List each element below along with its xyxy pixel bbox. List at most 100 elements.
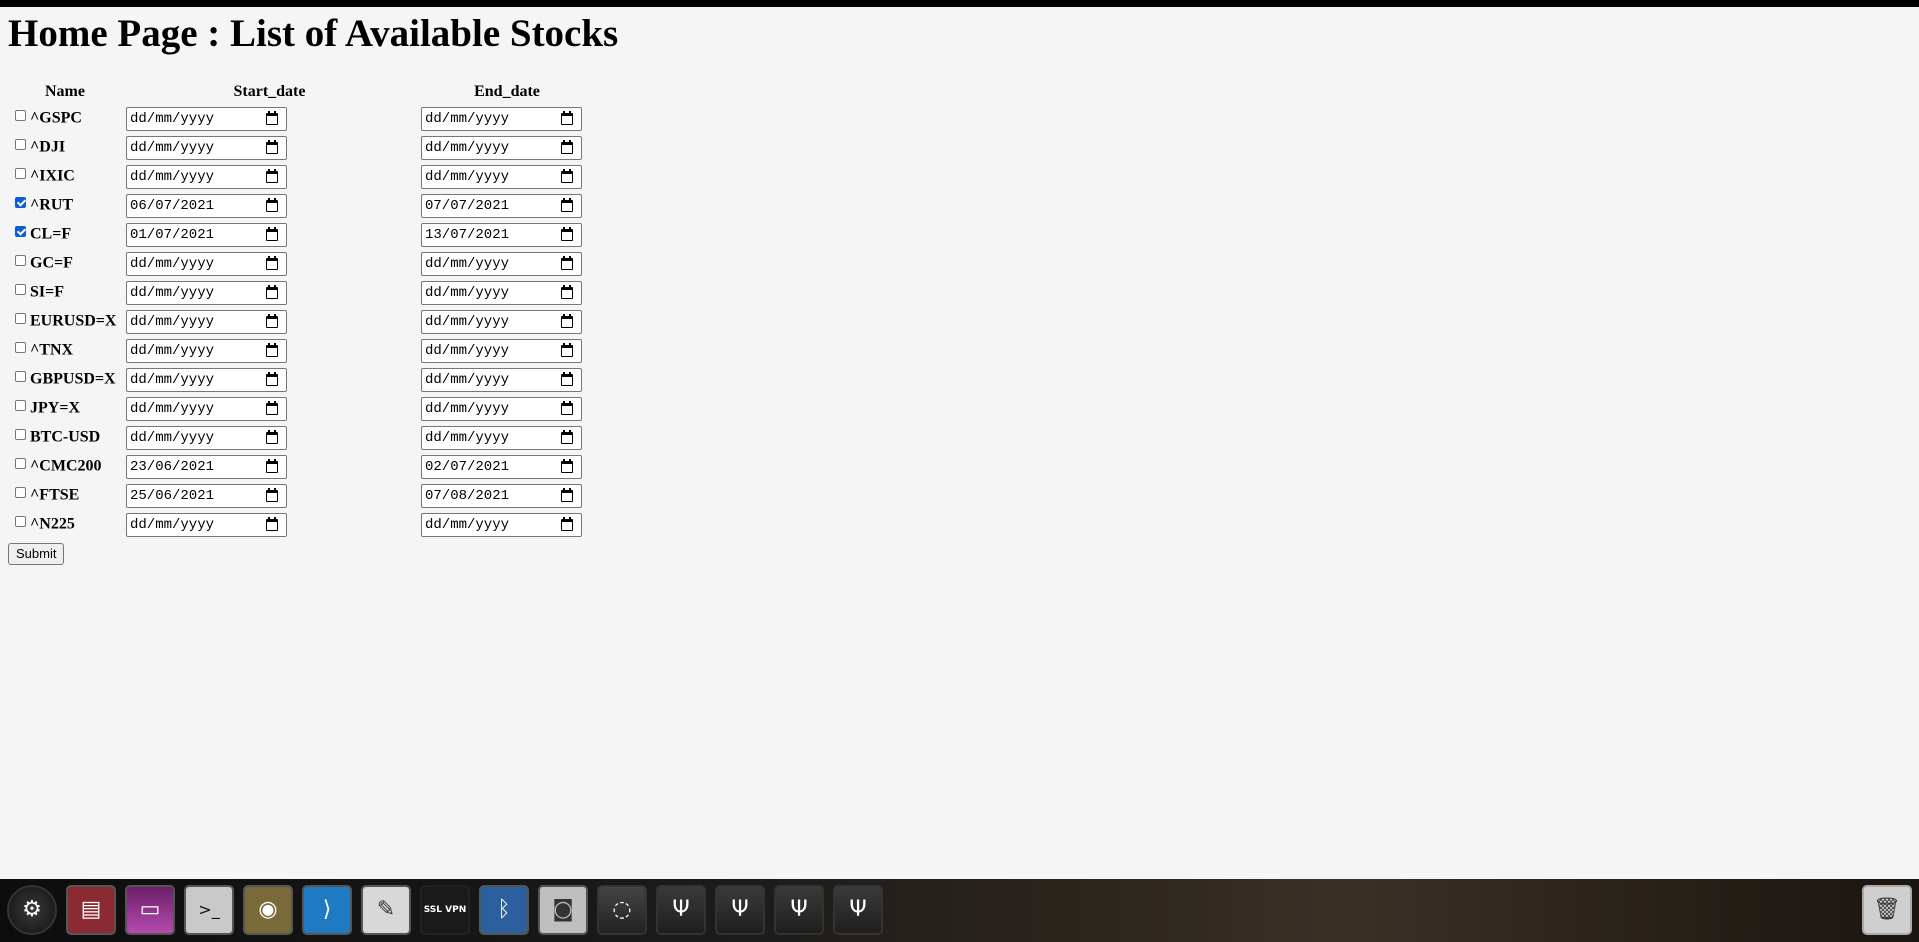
end-date-input[interactable]: 02/07/2021 — [421, 454, 582, 479]
start-date-input[interactable]: 06/07/2021 — [126, 193, 287, 218]
stock-checkbox[interactable] — [15, 255, 26, 267]
stock-checkbox[interactable] — [15, 313, 26, 325]
calendar-icon[interactable] — [561, 139, 573, 154]
end-date-input[interactable]: dd/mm/yyyy — [421, 338, 582, 363]
start-date-input[interactable]: dd/mm/yyyy — [126, 251, 287, 276]
chrome-icon[interactable]: ◉ — [243, 885, 293, 935]
stock-checkbox[interactable] — [15, 400, 26, 412]
end-date-input[interactable]: dd/mm/yyyy — [421, 280, 582, 305]
calendar-icon[interactable] — [266, 284, 278, 299]
calendar-icon[interactable] — [561, 458, 573, 473]
end-date-input[interactable]: dd/mm/yyyy — [421, 367, 582, 392]
calendar-icon[interactable] — [266, 197, 278, 212]
calendar-icon[interactable] — [561, 255, 573, 270]
terminal-icon[interactable]: >_ — [184, 885, 234, 935]
submit-button[interactable]: Submit — [8, 543, 65, 565]
stock-checkbox[interactable] — [15, 342, 26, 354]
stock-checkbox[interactable] — [15, 516, 26, 528]
calendar-icon[interactable] — [561, 313, 573, 328]
stock-name: GC=F — [30, 254, 73, 272]
start-date-input[interactable]: dd/mm/yyyy — [126, 367, 287, 392]
hard-drive-icon-glyph: ◌ — [612, 897, 632, 922]
stock-checkbox[interactable] — [15, 487, 26, 499]
stock-checkbox[interactable] — [15, 168, 26, 180]
calendar-icon[interactable] — [561, 226, 573, 241]
calendar-icon[interactable] — [266, 429, 278, 444]
start-date-input[interactable]: dd/mm/yyyy — [126, 106, 287, 131]
calendar-icon[interactable] — [561, 342, 573, 357]
end-date-input[interactable]: dd/mm/yyyy — [421, 135, 582, 160]
ubuntu-logo-icon[interactable]: ⚙ — [7, 885, 57, 935]
stock-checkbox[interactable] — [15, 197, 26, 209]
usb-drive-icon[interactable]: Ψ — [833, 885, 883, 935]
start-date-input[interactable]: dd/mm/yyyy — [126, 309, 287, 334]
stock-name-cell: GBPUSD=X — [8, 365, 122, 394]
calendar-icon[interactable] — [266, 371, 278, 386]
calendar-icon[interactable] — [561, 516, 573, 531]
calendar-icon[interactable] — [561, 371, 573, 386]
start-date-input[interactable]: dd/mm/yyyy — [126, 512, 287, 537]
stock-checkbox[interactable] — [15, 139, 26, 151]
calendar-icon[interactable] — [561, 284, 573, 299]
ssl-vpn-icon[interactable]: SSL VPN — [420, 885, 470, 935]
calendar-icon[interactable] — [266, 255, 278, 270]
start-date-input[interactable]: dd/mm/yyyy — [126, 425, 287, 450]
stock-checkbox[interactable] — [15, 284, 26, 296]
file-cabinet-icon[interactable]: ▤ — [66, 885, 116, 935]
calendar-icon[interactable] — [561, 110, 573, 125]
calendar-icon[interactable] — [561, 429, 573, 444]
calendar-icon[interactable] — [266, 400, 278, 415]
text-editor-icon[interactable]: ✎ — [361, 885, 411, 935]
window-app-icon[interactable]: ▭ — [125, 885, 175, 935]
calendar-icon[interactable] — [266, 516, 278, 531]
calendar-icon[interactable] — [266, 458, 278, 473]
start-date-input[interactable]: dd/mm/yyyy — [126, 338, 287, 363]
hard-drive-icon[interactable]: ◌ — [597, 885, 647, 935]
end-date-input[interactable]: dd/mm/yyyy — [421, 251, 582, 276]
camera-icon[interactable]: ◙ — [538, 885, 588, 935]
calendar-icon[interactable] — [266, 168, 278, 183]
stock-checkbox[interactable] — [15, 226, 26, 238]
end-date-input[interactable]: 07/07/2021 — [421, 193, 582, 218]
calendar-icon[interactable] — [561, 400, 573, 415]
end-date-input[interactable]: 13/07/2021 — [421, 222, 582, 247]
stock-checkbox[interactable] — [15, 110, 26, 122]
stock-name: ^IXIC — [30, 167, 75, 185]
stock-name: GBPUSD=X — [30, 370, 116, 388]
stock-checkbox[interactable] — [15, 371, 26, 383]
end-date-input[interactable]: dd/mm/yyyy — [421, 164, 582, 189]
end-date-input[interactable]: dd/mm/yyyy — [421, 396, 582, 421]
bluetooth-icon[interactable]: ᛒ — [479, 885, 529, 935]
trash-icon[interactable]: 🗑 — [1862, 885, 1912, 935]
calendar-icon[interactable] — [561, 487, 573, 502]
calendar-icon[interactable] — [266, 342, 278, 357]
calendar-icon[interactable] — [266, 487, 278, 502]
end-date-value: dd/mm/yyyy — [425, 110, 510, 127]
calendar-icon[interactable] — [266, 226, 278, 241]
start-date-input[interactable]: dd/mm/yyyy — [126, 135, 287, 160]
start-date-input[interactable]: dd/mm/yyyy — [126, 280, 287, 305]
calendar-icon[interactable] — [266, 139, 278, 154]
end-date-input[interactable]: dd/mm/yyyy — [421, 512, 582, 537]
end-date-cell: dd/mm/yyyy — [417, 278, 597, 307]
usb-drive-icon[interactable]: Ψ — [774, 885, 824, 935]
start-date-value: 01/07/2021 — [130, 226, 215, 243]
end-date-input[interactable]: dd/mm/yyyy — [421, 309, 582, 334]
stock-checkbox[interactable] — [15, 429, 26, 441]
usb-drive-icon[interactable]: Ψ — [656, 885, 706, 935]
vscode-icon[interactable]: ⟩ — [302, 885, 352, 935]
start-date-input[interactable]: 23/06/2021 — [126, 454, 287, 479]
end-date-input[interactable]: 07/08/2021 — [421, 483, 582, 508]
end-date-input[interactable]: dd/mm/yyyy — [421, 106, 582, 131]
stock-checkbox[interactable] — [15, 458, 26, 470]
start-date-input[interactable]: dd/mm/yyyy — [126, 164, 287, 189]
calendar-icon[interactable] — [561, 197, 573, 212]
calendar-icon[interactable] — [561, 168, 573, 183]
calendar-icon[interactable] — [266, 110, 278, 125]
start-date-input[interactable]: 01/07/2021 — [126, 222, 287, 247]
start-date-input[interactable]: 25/06/2021 — [126, 483, 287, 508]
usb-drive-icon[interactable]: Ψ — [715, 885, 765, 935]
start-date-input[interactable]: dd/mm/yyyy — [126, 396, 287, 421]
calendar-icon[interactable] — [266, 313, 278, 328]
end-date-input[interactable]: dd/mm/yyyy — [421, 425, 582, 450]
